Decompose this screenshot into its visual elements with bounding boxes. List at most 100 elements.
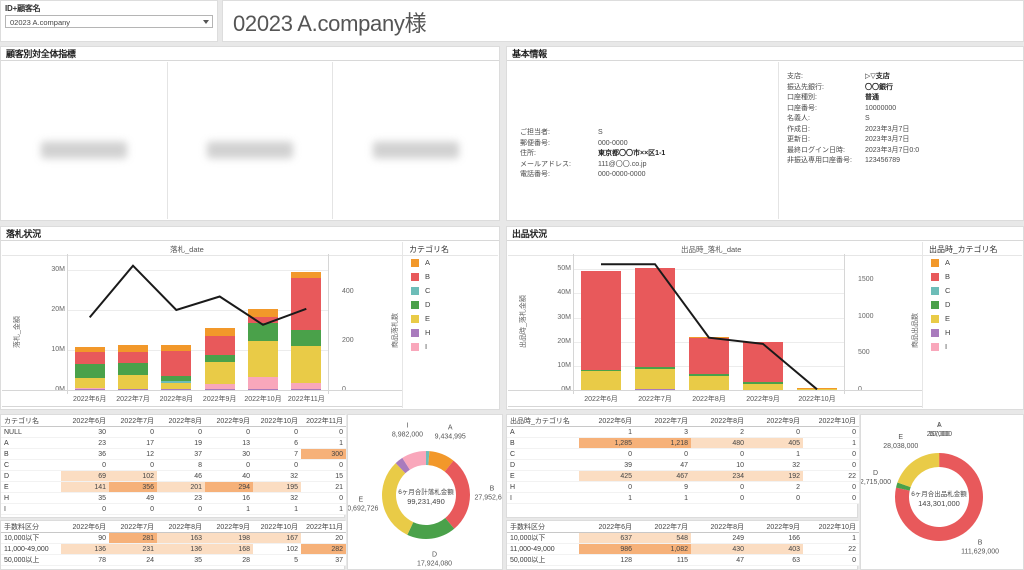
listing-category-table-row-label: I: [507, 492, 579, 504]
table-row[interactable]: E 141 356 201 294 195 21: [1, 481, 346, 493]
listing-category-table-column-header[interactable]: 出品時_カテゴリ名: [507, 415, 579, 427]
bid-category-table-column-header[interactable]: 2022年9月: [205, 415, 253, 427]
listing-fee-table-cell: 0: [803, 554, 859, 566]
page-title: 02023 A.company様: [233, 11, 427, 36]
bid-category-table-cell: 356: [109, 481, 157, 493]
listing-chart-legend-item[interactable]: B: [931, 272, 950, 281]
bid-chart-legend-item[interactable]: H: [411, 328, 430, 337]
bid-chart-legend-item[interactable]: B: [411, 272, 430, 281]
listing-category-table-column-header[interactable]: 2022年10月: [803, 415, 859, 427]
table-row[interactable]: B 36 12 37 30 7 300: [1, 448, 346, 460]
table-row[interactable]: D 39 47 10 32 0: [507, 459, 859, 471]
listing-fee-table-column-header[interactable]: 手数料区分: [507, 521, 579, 533]
listing-chart-legend-item[interactable]: H: [931, 328, 950, 337]
bid-fee-table-column-header[interactable]: 2022年10月: [253, 521, 301, 533]
table-row[interactable]: NULL 30 0 0 0 0 0: [1, 426, 346, 438]
listing-fee-table-cell: 403: [747, 543, 803, 555]
table-row[interactable]: B 1,285 1,218 480 405 1: [507, 437, 859, 449]
basic-info-right-row: 更新日: 2023年3月7日: [787, 135, 919, 146]
table-row[interactable]: A 23 17 19 13 6 1: [1, 437, 346, 449]
bid-chart-legend-item[interactable]: I: [411, 342, 427, 351]
table-row[interactable]: C008000: [1, 459, 346, 471]
bid-fee-table-column-header[interactable]: 2022年11月: [301, 521, 346, 533]
listing-fee-table-column-header[interactable]: 2022年7月: [635, 521, 691, 533]
table-row[interactable]: I11000: [507, 492, 859, 504]
listing-fee-table-cell: 47: [691, 554, 747, 566]
table-row[interactable]: 11,000-49,000 986 1,082 430 403 22: [507, 543, 859, 555]
table-row[interactable]: I000111: [1, 503, 346, 515]
bid-category-table-column-header[interactable]: カテゴリ名: [1, 415, 61, 427]
table-row[interactable]: E 425 467 234 192 22: [507, 470, 859, 482]
table-row[interactable]: 10,000以下 90 281 163 198 167 20: [1, 532, 346, 544]
bid-category-table-column-header[interactable]: 2022年7月: [109, 415, 157, 427]
legend-swatch-H: [411, 328, 419, 337]
bid-chart-legend-item[interactable]: D: [411, 300, 430, 309]
legend-label-C: C: [945, 286, 951, 295]
bid-category-table-cell: 30: [61, 426, 109, 438]
bid-category-table-column-header[interactable]: 2022年11月: [301, 415, 346, 427]
table-row[interactable]: A13200: [507, 426, 859, 438]
listing-donut-slice-E[interactable]: [897, 453, 939, 488]
bid-category-table-cell: 1: [301, 437, 346, 449]
table-row[interactable]: 11,000-49,000 136 231 136 168 102 282: [1, 543, 346, 555]
legend-label-A: A: [425, 258, 431, 267]
listing-fee-table-cell: 22: [803, 543, 859, 555]
listing-fee-table-column-header[interactable]: 2022年6月: [579, 521, 635, 533]
listing-fee-table-column-header[interactable]: 2022年8月: [691, 521, 747, 533]
bid-fee-table-column-header[interactable]: 2022年8月: [157, 521, 205, 533]
bid-donut-slice-D[interactable]: [407, 518, 455, 539]
legend-label-B: B: [945, 272, 951, 281]
listing-chart-legend-item[interactable]: A: [931, 258, 950, 267]
listing-chart-title: 出品時_落札_date: [681, 245, 742, 254]
table-row[interactable]: C00010: [507, 448, 859, 460]
bid-fee-table-column-header[interactable]: 手数料区分: [1, 521, 61, 533]
listing-fee-table-column-header[interactable]: 2022年10月: [803, 521, 859, 533]
table-row[interactable]: 10,000以下 637 548 249 166 1: [507, 532, 859, 544]
listing-chart-legend-item[interactable]: C: [931, 286, 950, 295]
bid-category-table-column-header[interactable]: 2022年10月: [253, 415, 301, 427]
listing-category-table-column-header[interactable]: 2022年8月: [691, 415, 747, 427]
bid-chart-legend-item[interactable]: C: [411, 286, 430, 295]
table-row[interactable]: D 69 102 46 40 32 15: [1, 470, 346, 482]
listing-chart-legend-item[interactable]: D: [931, 300, 950, 309]
listing-chart-legend-item[interactable]: E: [931, 314, 950, 323]
bid-category-table-cell: 0: [301, 459, 346, 471]
basic-info-left-value: 000-0000-0000: [598, 171, 646, 178]
bid-chart-y2tick: 400: [342, 287, 354, 295]
table-row[interactable]: H 35 49 23 16 32 0: [1, 492, 346, 504]
listing-chart-plot: 0M10M20M30M40M50M0500100015002022年6月2022…: [557, 262, 874, 403]
listing-category-table-column-header[interactable]: 2022年9月: [747, 415, 803, 427]
bid-category-table-column-header[interactable]: 2022年6月: [61, 415, 109, 427]
legend-swatch-C: [411, 286, 419, 295]
bid-category-table-header-row: カテゴリ名 2022年6月 2022年7月 2022年8月 2022年9月 2022年10…: [1, 415, 346, 427]
listing-category-table-column-header[interactable]: 2022年6月: [579, 415, 635, 427]
listing-category-table-row-label: A: [507, 426, 579, 438]
bid-donut-slice-value-I: 8,982,000: [392, 432, 423, 439]
listing-category-table-column-header[interactable]: 2022年7月: [635, 415, 691, 427]
bid-fee-table-cell: 136: [61, 543, 109, 555]
bid-chart-legend-item[interactable]: E: [411, 314, 430, 323]
bid-category-table-cell: 12: [109, 448, 157, 460]
customer-filter-select[interactable]: 02023 A.company: [5, 15, 213, 28]
bid-chart-line-series: [88, 264, 307, 326]
listing-fee-table-cell: 986: [579, 543, 635, 555]
bid-chart-legend-item[interactable]: A: [411, 258, 430, 267]
bid-fee-table-column-header[interactable]: 2022年7月: [109, 521, 157, 533]
table-row[interactable]: 50,000以上 128 115 47 63 0: [507, 554, 859, 566]
listing-chart-xtick: 2022年8月: [692, 396, 726, 403]
bid-fee-table-cell: 231: [109, 543, 157, 555]
bid-fee-table-cell: 167: [253, 532, 301, 544]
bid-fee-table-column-header[interactable]: 2022年6月: [61, 521, 109, 533]
table-row[interactable]: H09020: [507, 481, 859, 493]
bid-donut-slice-name-E: E: [359, 497, 364, 504]
bid-category-table-column-header[interactable]: 2022年8月: [157, 415, 205, 427]
bid-category-table-cell: 1: [205, 503, 253, 515]
listing-chart-legend-item[interactable]: I: [931, 342, 947, 351]
listing-fee-table-column-header[interactable]: 2022年9月: [747, 521, 803, 533]
listing-category-table-cell: 1: [635, 492, 691, 504]
listing-category-table-cell: 1: [579, 426, 635, 438]
bid-fee-table-column-header[interactable]: 2022年9月: [205, 521, 253, 533]
bid-category-table-panel: カテゴリ名 2022年6月 2022年7月 2022年8月 2022年9月 2022年10…: [0, 414, 346, 518]
listing-fee-table-cell: 430: [691, 543, 747, 555]
table-row[interactable]: 50,000以上 78 24 35 28 5 37: [1, 554, 346, 566]
